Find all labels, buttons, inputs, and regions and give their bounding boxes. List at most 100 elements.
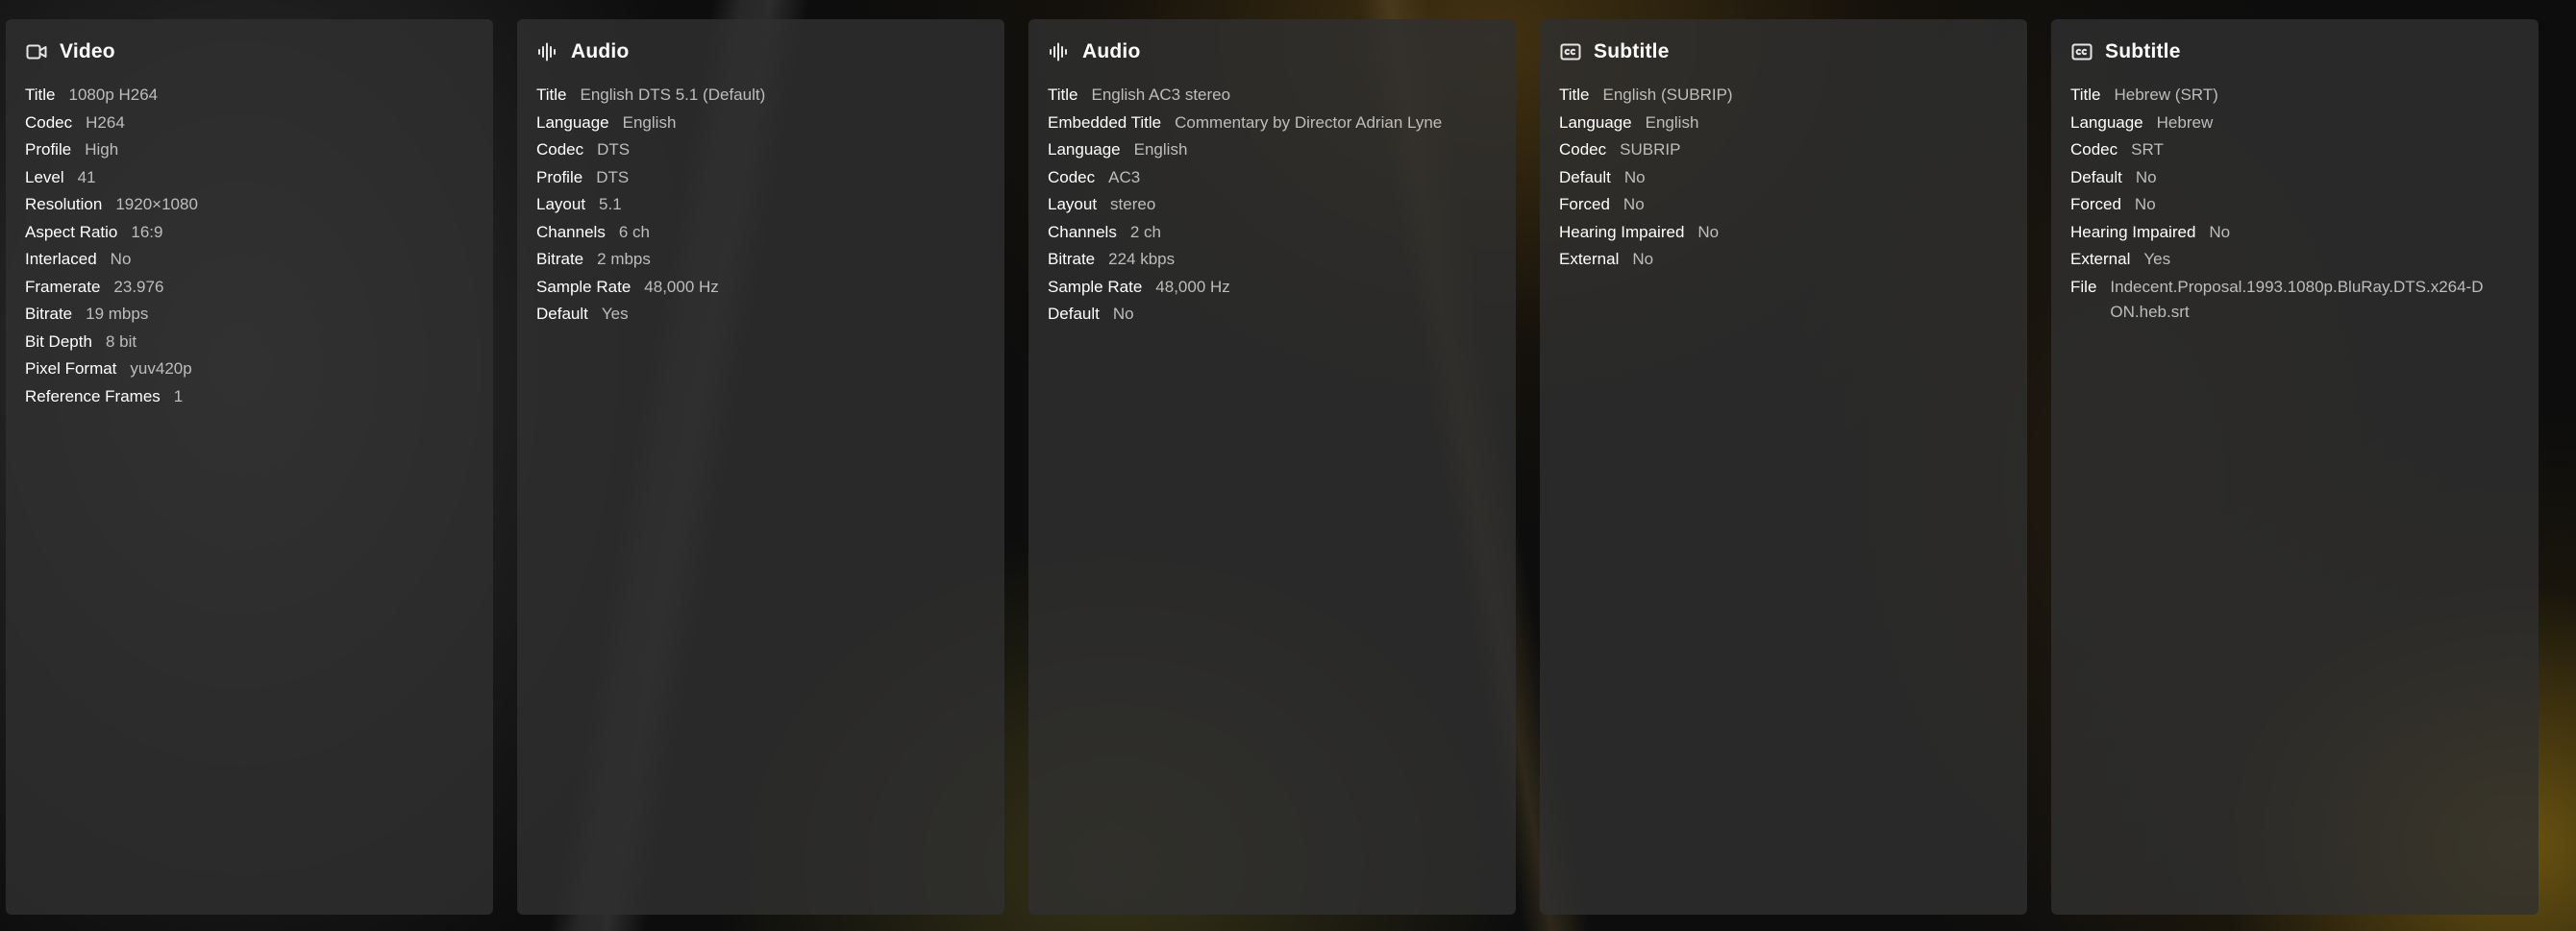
property-value: Yes: [601, 305, 629, 323]
property-row: Language Hebrew: [2070, 110, 2519, 135]
property-value: Hebrew: [2156, 112, 2214, 132]
property-value: 16:9: [131, 222, 163, 241]
property-label: Title: [1559, 86, 1590, 104]
property-label: Profile: [25, 140, 72, 159]
property-label: Language: [536, 112, 609, 132]
video-camera-icon: [25, 40, 48, 63]
property-label: Title: [25, 86, 56, 104]
property-value: No: [2135, 167, 2157, 186]
property-row: Embedded Title Commentary by Director Adr…: [1048, 110, 1497, 135]
property-label: Hearing Impaired: [2070, 222, 2196, 241]
property-row: Codec SUBRIP: [1559, 137, 2008, 162]
property-list: Title Hebrew (SRT) Language Hebrew Codec SR…: [2070, 83, 2519, 327]
property-value: Commentary by Director Adrian Lyne: [1175, 112, 1443, 132]
property-value: Hebrew (SRT): [2114, 86, 2218, 104]
subtitle-stream-panel: Subtitle Title English (SUBRIP) Language E…: [1540, 19, 2027, 915]
panel-header: Audio: [1048, 38, 1497, 65]
property-row: Codec DTS: [536, 137, 985, 162]
property-value: No: [1112, 305, 1134, 323]
property-row: Language English: [1559, 110, 2008, 135]
property-value: Yes: [2143, 250, 2171, 268]
property-row: File Indecent.Proposal.1993.1080p.BluRay.…: [2070, 275, 2519, 325]
property-value: 48,000 Hz: [1155, 277, 1230, 296]
audio-stream-panel: Audio Title English DTS 5.1 (Default) Lan…: [517, 19, 1004, 915]
property-label: Resolution: [25, 195, 103, 213]
audio-waveform-icon: [536, 40, 559, 63]
property-row: Title Hebrew (SRT): [2070, 83, 2519, 108]
property-row: Channels 2 ch: [1048, 220, 1497, 245]
property-row: Framerate 23.976: [25, 275, 474, 300]
property-value: AC3: [1108, 167, 1141, 186]
property-value: 2 ch: [1129, 222, 1161, 241]
panel-header: Subtitle: [2070, 38, 2519, 65]
property-label: Codec: [2070, 140, 2118, 159]
property-row: Default No: [1559, 165, 2008, 190]
property-row: Hearing Impaired No: [2070, 220, 2519, 245]
closed-captions-icon: [1559, 40, 1582, 63]
property-label: Forced: [1559, 195, 1610, 213]
property-row: Forced No: [2070, 192, 2519, 217]
property-row: Channels 6 ch: [536, 220, 985, 245]
property-value: H264: [86, 112, 125, 132]
property-row: Forced No: [1559, 192, 2008, 217]
property-label: Aspect Ratio: [25, 222, 118, 241]
property-row: Title 1080p H264: [25, 83, 474, 108]
property-row: Interlaced No: [25, 247, 474, 272]
property-label: External: [1559, 250, 1620, 268]
panel-header: Audio: [536, 38, 985, 65]
property-label: Sample Rate: [536, 277, 632, 296]
audio-waveform-icon: [1048, 40, 1071, 63]
property-label: Default: [1559, 167, 1611, 186]
property-value: 1080p H264: [68, 86, 159, 104]
property-row: Aspect Ratio 16:9: [25, 220, 474, 245]
property-row: Default No: [1048, 302, 1497, 327]
property-label: Forced: [2070, 195, 2121, 213]
audio-stream-panel: Audio Title English AC3 stereo Embedded T…: [1028, 19, 1516, 915]
media-info-panels: Video Title 1080p H264 Codec H264 Profile H…: [6, 19, 2539, 915]
property-row: Pixel Format yuv420p: [25, 356, 474, 381]
property-label: Bit Depth: [25, 331, 92, 351]
property-row: Profile DTS: [536, 165, 985, 190]
property-label: Channels: [1048, 222, 1117, 241]
property-row: Layout stereo: [1048, 192, 1497, 217]
panel-header: Subtitle: [1559, 38, 2008, 65]
property-row: Bitrate 2 mbps: [536, 247, 985, 272]
property-row: Bitrate 224 kbps: [1048, 247, 1497, 272]
panel-header: Video: [25, 38, 474, 65]
property-row: Reference Frames 1: [25, 384, 474, 409]
property-label: External: [2070, 250, 2131, 268]
property-value: 48,000 Hz: [644, 277, 719, 296]
property-label: Codec: [25, 112, 73, 132]
property-label: Channels: [536, 222, 606, 241]
video-stream-panel: Video Title 1080p H264 Codec H264 Profile H…: [6, 19, 493, 915]
property-value: yuv420p: [130, 359, 192, 378]
property-label: Title: [536, 86, 567, 104]
property-value: No: [2209, 222, 2231, 241]
property-value: stereo: [1110, 195, 1156, 213]
property-row: Level 41: [25, 165, 474, 190]
panel-title: Subtitle: [2105, 40, 2181, 62]
property-value: DTS: [596, 167, 630, 186]
property-label: Title: [1048, 86, 1078, 104]
property-value: 6 ch: [618, 222, 650, 241]
property-label: Pixel Format: [25, 359, 117, 378]
property-label: Default: [1048, 305, 1100, 323]
subtitle-stream-panel: Subtitle Title Hebrew (SRT) Language Hebre…: [2051, 19, 2539, 915]
property-row: Bitrate 19 mbps: [25, 302, 474, 327]
property-list: Title English DTS 5.1 (Default) Language E…: [536, 83, 985, 330]
panel-title: Audio: [571, 40, 630, 62]
property-value: English AC3 stereo: [1091, 86, 1231, 104]
property-label: Layout: [1048, 195, 1098, 213]
property-row: Bit Depth 8 bit: [25, 330, 474, 355]
property-label: Reference Frames: [25, 386, 161, 405]
property-value: 19 mbps: [86, 305, 149, 323]
property-row: Layout 5.1: [536, 192, 985, 217]
property-value: SUBRIP: [1620, 140, 1681, 159]
property-row: Title English DTS 5.1 (Default): [536, 83, 985, 108]
property-label: Framerate: [25, 277, 101, 296]
property-label: Hearing Impaired: [1559, 222, 1685, 241]
property-row: External No: [1559, 247, 2008, 272]
property-value: No: [1632, 250, 1654, 268]
property-value: 5.1: [599, 195, 622, 213]
property-label: Layout: [536, 195, 586, 213]
